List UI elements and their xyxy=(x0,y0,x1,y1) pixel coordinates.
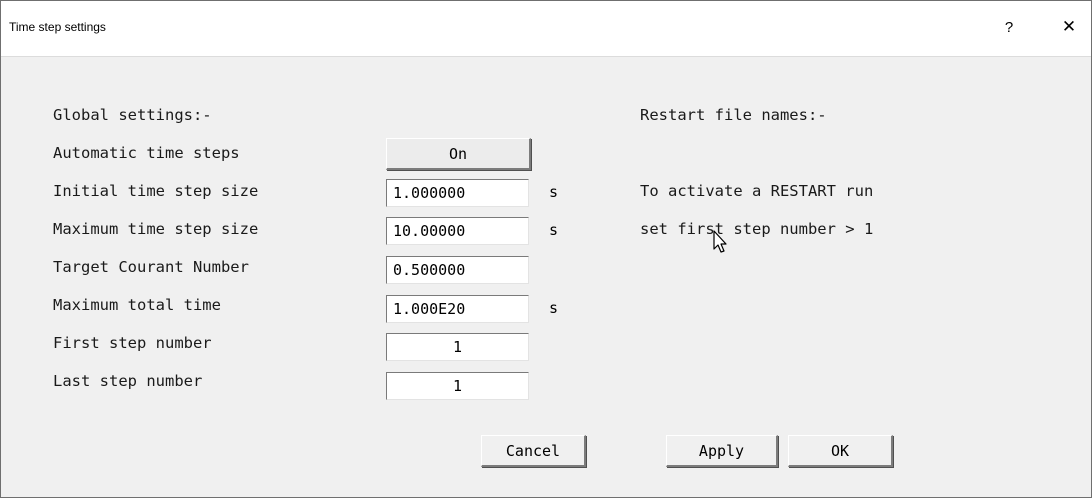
last-step-number-label: Last step number xyxy=(53,372,203,390)
initial-time-step-field[interactable]: 1.000000 xyxy=(386,179,529,207)
restart-info-line2: set first step number > 1 xyxy=(640,220,874,238)
ok-button[interactable]: OK xyxy=(788,435,893,467)
window-frame xyxy=(0,0,1092,498)
restart-info-line1: To activate a RESTART run xyxy=(640,182,874,200)
apply-button[interactable]: Apply xyxy=(666,435,778,467)
maximum-time-step-label: Maximum time step size xyxy=(53,220,259,238)
first-step-number-field[interactable]: 1 xyxy=(386,333,529,361)
automatic-time-steps-label: Automatic time steps xyxy=(53,144,240,162)
last-step-number-field[interactable]: 1 xyxy=(386,372,529,400)
initial-time-step-unit: s xyxy=(549,183,559,201)
maximum-total-time-label: Maximum total time xyxy=(53,296,221,314)
global-settings-heading: Global settings:- xyxy=(53,106,212,124)
maximum-time-step-unit: s xyxy=(549,221,559,239)
title-bar: Time step settings ? ✕ xyxy=(0,0,1092,57)
close-icon[interactable]: ✕ xyxy=(1046,12,1092,42)
automatic-time-steps-toggle[interactable]: On xyxy=(386,138,531,170)
maximum-total-time-unit: s xyxy=(549,299,559,317)
restart-heading: Restart file names:- xyxy=(640,106,827,124)
window-title: Time step settings xyxy=(9,20,106,34)
maximum-time-step-field[interactable]: 10.00000 xyxy=(386,217,529,245)
target-courant-label: Target Courant Number xyxy=(53,258,249,276)
target-courant-field[interactable]: 0.500000 xyxy=(386,256,529,284)
cancel-button[interactable]: Cancel xyxy=(481,435,586,467)
help-button[interactable]: ? xyxy=(986,12,1032,42)
maximum-total-time-field[interactable]: 1.000E20 xyxy=(386,295,529,323)
mouse-cursor-icon xyxy=(713,230,727,253)
first-step-number-label: First step number xyxy=(53,334,212,352)
initial-time-step-label: Initial time step size xyxy=(53,182,259,200)
